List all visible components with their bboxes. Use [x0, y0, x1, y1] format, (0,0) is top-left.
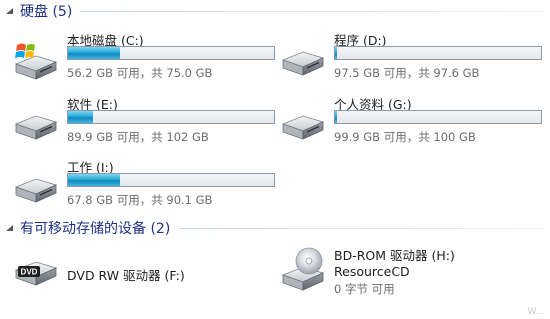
drive-usage-bar — [67, 110, 275, 124]
drive-name: DVD RW 驱动器 (F:) — [67, 268, 185, 283]
bd-rom-disc-icon — [279, 247, 327, 295]
hard-drive-icon — [12, 163, 60, 211]
drive-space-text: 89.9 GB 可用，共 102 GB — [67, 130, 209, 144]
usage-fill — [335, 47, 338, 59]
hard-drive-icon — [12, 100, 60, 148]
drive-item-d[interactable]: 程序 (D:) 97.5 GB 可用，共 97.6 GB — [279, 30, 549, 92]
drive-name: BD-ROM 驱动器 (H:) — [334, 248, 455, 263]
drive-item-i[interactable]: 工作 (I:) 67.8 GB 可用，共 90.1 GB — [12, 157, 282, 219]
drive-item-f[interactable]: DVD DVD RW 驱动器 (F:) — [12, 248, 282, 310]
usage-fill — [68, 174, 120, 186]
group-divider — [80, 10, 544, 12]
hard-drive-icon — [279, 100, 327, 148]
drive-space-text: 56.2 GB 可用，共 75.0 GB — [67, 66, 213, 80]
svg-text:DVD: DVD — [21, 268, 38, 277]
drive-usage-bar — [67, 46, 275, 60]
group-title: 硬盘 (5) — [20, 4, 73, 20]
dvd-drive-icon: DVD — [12, 246, 60, 294]
drive-usage-bar — [67, 173, 275, 187]
collapse-chevron-icon[interactable] — [2, 221, 16, 235]
collapse-chevron-icon[interactable] — [2, 4, 16, 18]
drive-space-text: 67.8 GB 可用，共 90.1 GB — [67, 193, 213, 207]
removable-group-header[interactable]: 有可移动存储的设备 (2) — [0, 217, 550, 239]
watermark: W... — [527, 307, 544, 317]
hard-drives-group-header[interactable]: 硬盘 (5) — [0, 0, 550, 22]
group-title: 有可移动存储的设备 (2) — [20, 221, 171, 237]
drive-space-text: 0 字节 可用 — [334, 282, 395, 296]
usage-fill — [68, 47, 120, 59]
drive-item-g[interactable]: 个人资料 (G:) 99.9 GB 可用，共 100 GB — [279, 94, 549, 156]
drive-usage-bar — [334, 46, 542, 60]
hard-drive-icon — [279, 36, 327, 84]
usage-fill — [335, 111, 338, 123]
drive-item-c[interactable]: 本地磁盘 (C:) 56.2 GB 可用，共 75.0 GB — [12, 30, 282, 92]
drive-item-e[interactable]: 软件 (E:) 89.9 GB 可用，共 102 GB — [12, 94, 282, 156]
group-divider — [178, 227, 544, 229]
drive-space-text: 99.9 GB 可用，共 100 GB — [334, 130, 476, 144]
windows-system-drive-icon — [12, 36, 60, 84]
disc-label: ResourceCD — [334, 264, 410, 279]
drive-item-h[interactable]: BD-ROM 驱动器 (H:) ResourceCD 0 字节 可用 — [279, 245, 549, 307]
usage-fill — [68, 111, 93, 123]
drive-usage-bar — [334, 110, 542, 124]
drive-space-text: 97.5 GB 可用，共 97.6 GB — [334, 66, 480, 80]
